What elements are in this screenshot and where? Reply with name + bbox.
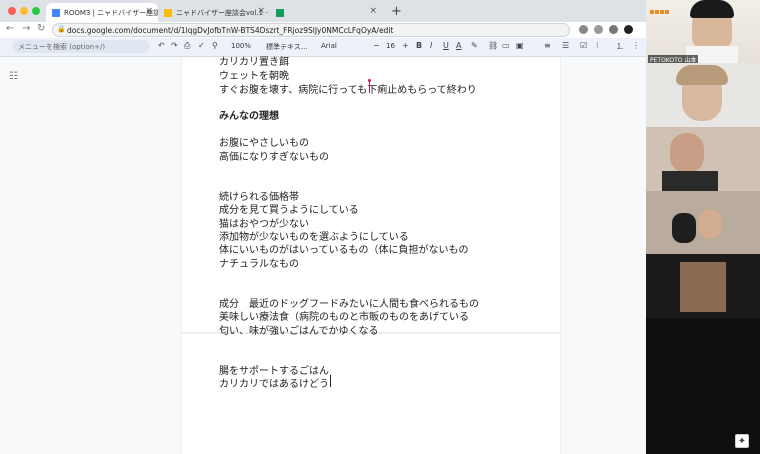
close-tab-icon[interactable]: × [145,6,153,16]
tab-roundtable[interactable]: ニャドバイザー座談会vol.1 - Goo… × [158,3,270,22]
tab-title: ニャドバイザー座談会vol.1 - Goo… [176,8,270,17]
back-icon[interactable]: ← [6,23,14,34]
doc-line[interactable]: ウェットを朝晩 [219,67,289,82]
doc-line[interactable]: 匂い、味が強いごはんでかゆくなる [219,322,379,337]
image-icon[interactable]: ▣ [516,41,524,50]
extension-icon[interactable] [609,25,618,34]
new-tab-button[interactable]: + [391,4,402,19]
line-spacing-icon[interactable]: ☰ [562,41,569,50]
participant-face [670,133,704,173]
url-field[interactable]: 🔒 docs.google.com/document/d/1lqgDvJofbT… [52,23,570,37]
style-select[interactable]: 標準テキス… [266,42,308,52]
cat-icon [672,213,696,243]
reload-icon[interactable]: ↻ [37,23,45,34]
tab-room3[interactable]: ROOM3 | ニャドバイザー座談会… × [46,3,158,22]
doc-line[interactable]: 高価になりすぎないもの [219,148,329,163]
collaborator-cursor [369,81,370,93]
participant-hair [690,0,734,18]
docs-toolbar: メニューを検索 (option+/) ↶ ↷ ⎙ ✓ ⚲ 100% 標準テキス…… [0,38,646,57]
doc-line[interactable]: カリカリ置き餌 [219,53,289,68]
profile-icon[interactable] [624,25,633,34]
participant-name: PETOKOTO 山本 [648,55,699,63]
docs-icon [52,8,60,17]
tab-sheets[interactable]: × [270,3,382,22]
highlight-icon[interactable]: ✎ [471,41,478,50]
address-bar-row: ← → ↻ 🔒 docs.google.com/document/d/1lqgD… [0,22,646,38]
doc-line[interactable]: 成分を見て買うようにしている [219,201,359,216]
explore-button[interactable]: ✦ [735,434,749,448]
text-cursor [330,375,331,387]
doc-line[interactable]: カリカリではあるけどう [219,375,329,390]
underline-icon[interactable]: U [443,41,449,50]
more-icon[interactable]: ⋮ [632,41,640,50]
close-window-button[interactable] [8,7,16,15]
undo-icon[interactable]: ↶ [158,41,165,50]
spellcheck-icon[interactable]: ✓ [198,41,205,50]
tab-title: ROOM3 | ニャドバイザー座談会… [64,8,158,17]
slides-icon [164,8,172,17]
redo-icon[interactable]: ↷ [171,41,178,50]
doc-line[interactable]: ナチュラルなもの [219,255,299,270]
paint-format-icon[interactable]: ⚲ [212,41,218,50]
browser-tab-bar: ROOM3 | ニャドバイザー座談会… × ニャドバイザー座談会vol.1 - … [0,0,646,22]
menu-search-input[interactable]: メニューを検索 (option+/) [12,40,150,53]
forward-icon[interactable]: → [22,23,30,34]
participant-shirt [662,171,718,191]
doc-line[interactable]: すぐお腹を壊す、病院に行っても下痢止めもらって終わり [219,81,477,96]
doc-line[interactable]: 体にいいものがはいっているもの（体に負担がないもの [219,241,469,256]
url-text: docs.google.com/document/d/1lqgDvJofbTnW… [67,25,394,35]
participant-tile[interactable] [646,191,760,254]
doc-heading[interactable]: みんなの理想 [219,107,279,122]
petokoto-logo [650,4,670,17]
participant-tile[interactable]: PETOKOTO 山本 [646,0,760,63]
outline-icon[interactable]: ☷ [9,71,18,82]
font-size-field[interactable]: 16 [386,42,395,50]
doc-line[interactable]: お腹にやさしいもの [219,134,309,149]
sheets-icon [276,8,284,17]
zoom-select[interactable]: 100% [231,42,251,50]
font-select[interactable]: Arial [321,42,337,50]
lock-icon: 🔒 [57,25,66,33]
participant-hair [676,65,728,85]
doc-line[interactable]: 美味しい療法食（病院のものと市販のものをあげている [219,308,469,323]
decrease-font-icon[interactable]: − [373,41,380,50]
close-tab-icon[interactable]: × [369,6,377,16]
maximize-window-button[interactable] [32,7,40,15]
extension-icon[interactable] [594,25,603,34]
participant-face [698,209,722,239]
participant-tile[interactable] [646,254,760,318]
text-color-icon[interactable]: A [456,41,461,50]
participant-tile[interactable] [646,127,760,191]
video-call-panel: PETOKOTO 山本 [646,0,760,454]
bold-icon[interactable]: B [416,41,422,50]
extension-icon[interactable] [579,25,588,34]
menu-search-placeholder: メニューを検索 (option+/) [18,42,106,51]
close-tab-icon[interactable]: × [257,6,265,16]
print-icon[interactable]: ⎙ [184,41,190,51]
italic-icon[interactable]: I [430,41,432,50]
comment-icon[interactable]: ▭ [502,41,510,50]
participant-tile[interactable] [646,63,760,127]
minimize-window-button[interactable] [20,7,28,15]
checklist-icon[interactable]: ☑ [580,41,587,50]
numbered-list-icon[interactable]: ⒈ [616,41,624,52]
align-icon[interactable]: ≡ [544,41,551,50]
increase-font-icon[interactable]: + [402,41,409,50]
participant-video [680,262,726,312]
bullet-list-icon[interactable]: ⁝ [596,41,599,50]
link-icon[interactable]: ⛓ [488,41,498,50]
